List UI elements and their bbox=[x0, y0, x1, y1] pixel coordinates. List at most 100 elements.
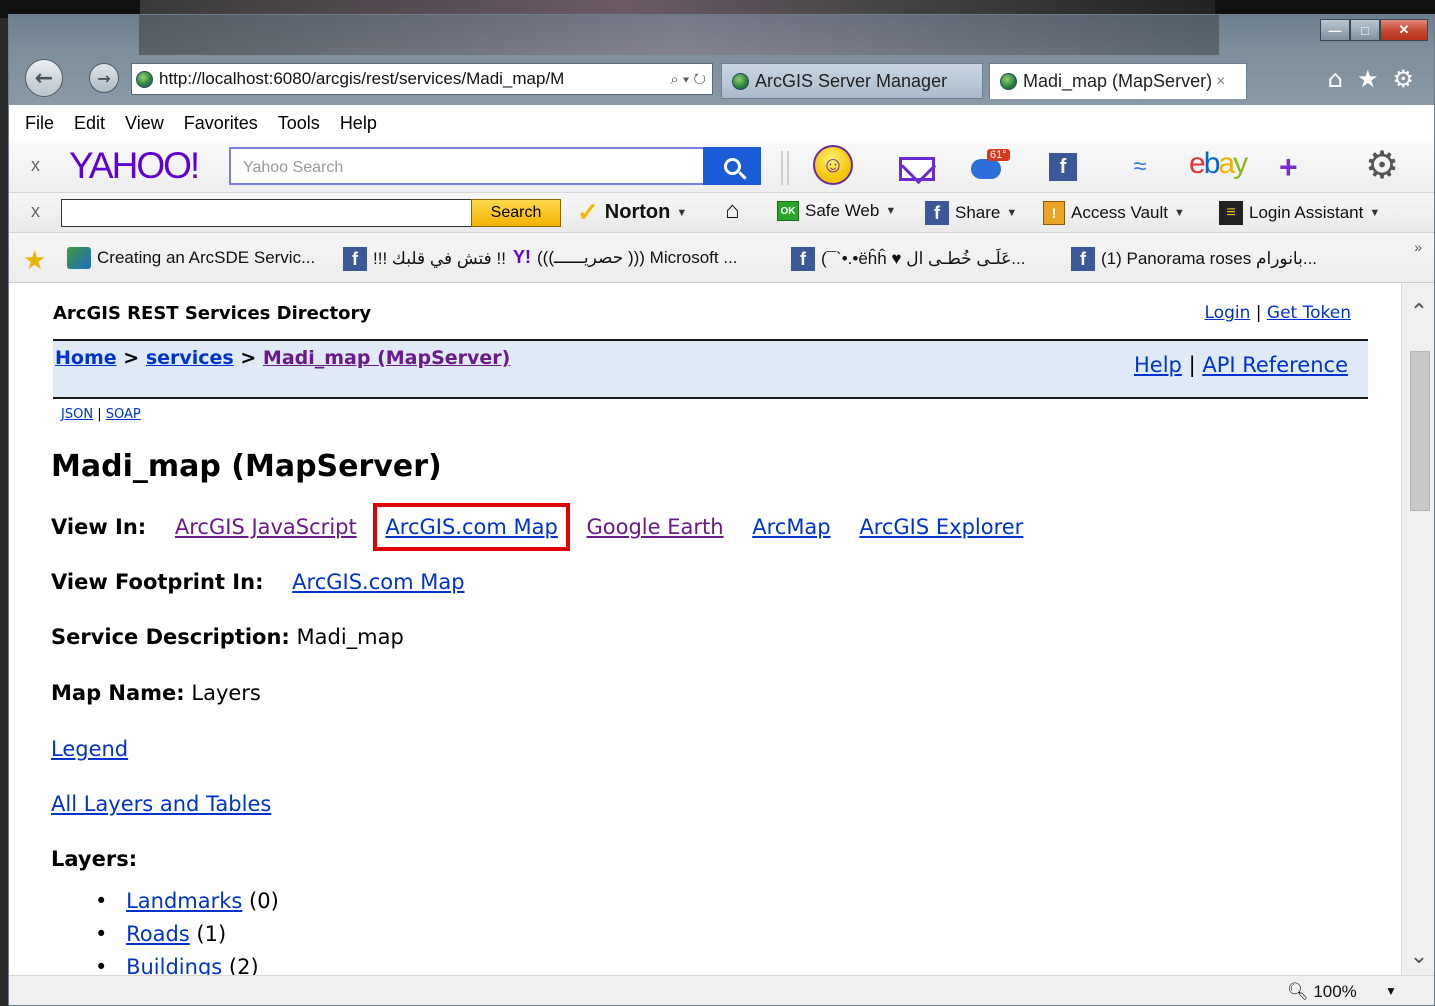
view-in-arcmap-link[interactable]: ArcMap bbox=[752, 515, 830, 539]
tab-close-icon[interactable]: × bbox=[1216, 73, 1225, 91]
view-in-arcgis-javascript-link[interactable]: ArcGIS JavaScript bbox=[175, 515, 357, 539]
tab-arcgis-server-manager[interactable]: ArcGIS Server Manager bbox=[721, 63, 983, 99]
all-layers-and-tables-link[interactable]: All Layers and Tables bbox=[51, 792, 271, 816]
arrow-left-icon: ← bbox=[34, 65, 54, 91]
help-links: Help | API Reference bbox=[1134, 353, 1348, 377]
get-token-link[interactable]: Get Token bbox=[1267, 303, 1351, 323]
breadcrumb-current-link[interactable]: Madi_map (MapServer) bbox=[263, 347, 510, 369]
breadcrumb-services-link[interactable]: services bbox=[146, 347, 234, 369]
yahoo-search-button[interactable] bbox=[703, 147, 761, 185]
chevron-down-icon: ▼ bbox=[1174, 207, 1185, 219]
address-tools[interactable]: ⌕ ▾ ↻ bbox=[664, 71, 712, 88]
yahoo-search-input[interactable]: Yahoo Search bbox=[229, 147, 705, 185]
norton-label: Norton bbox=[604, 201, 671, 223]
more-favorites-icon[interactable]: » bbox=[1414, 239, 1422, 255]
api-reference-link[interactable]: API Reference bbox=[1202, 353, 1348, 377]
yahoo-toolbar-close-icon[interactable]: x bbox=[31, 155, 40, 176]
chevron-down-icon: ▼ bbox=[1369, 207, 1381, 219]
service-description-value: Madi_map bbox=[296, 625, 404, 649]
layer-roads-link[interactable]: Roads bbox=[126, 922, 190, 946]
menu-help[interactable]: Help bbox=[340, 113, 377, 134]
close-button[interactable]: ✕ bbox=[1380, 19, 1428, 41]
arrow-right-icon: → bbox=[97, 68, 111, 88]
facebook-icon: f bbox=[925, 201, 949, 225]
favorite-item[interactable]: f (¯`•.•ëĥĥ ♥ عَلَـى خُطـى ال... bbox=[791, 247, 1025, 271]
scrollbar-thumb[interactable] bbox=[1410, 351, 1430, 511]
vertical-scrollbar[interactable]: ⌃ ⌄ bbox=[1401, 283, 1434, 975]
weather-temp-badge: 61° bbox=[987, 149, 1010, 161]
facebook-icon[interactable]: f bbox=[1049, 153, 1077, 181]
yahoo-icon: Y! bbox=[513, 247, 531, 267]
menu-view[interactable]: View bbox=[125, 113, 164, 134]
login-links: Login | Get Token bbox=[1204, 303, 1352, 323]
browser-window: — □ ✕ ← → http://localhost:6080/arcgis/r… bbox=[8, 14, 1435, 1006]
footprint-row: View Footprint In: ArcGIS.com Map bbox=[51, 570, 465, 594]
view-in-google-earth-link[interactable]: Google Earth bbox=[587, 515, 724, 539]
site-globe-icon bbox=[1000, 73, 1017, 90]
scroll-down-arrow-icon[interactable]: ⌄ bbox=[1402, 941, 1434, 971]
chevron-down-icon[interactable]: ▼ bbox=[1385, 984, 1397, 998]
login-link[interactable]: Login bbox=[1205, 303, 1251, 323]
safe-web-menu[interactable]: OK Safe Web ▼ bbox=[777, 201, 896, 221]
layer-id: (0) bbox=[249, 889, 279, 913]
favorite-item[interactable]: Y! (((حصريــــــ ))) Microsoft ... bbox=[513, 247, 738, 268]
toolbar-settings-gear-icon[interactable]: ⚙ bbox=[1365, 143, 1399, 188]
view-in-arcgis-explorer-link[interactable]: ArcGIS Explorer bbox=[859, 515, 1023, 539]
menu-tools[interactable]: Tools bbox=[278, 113, 320, 134]
settings-gear-icon[interactable]: ⚙ bbox=[1392, 65, 1414, 93]
tab-madi-map[interactable]: Madi_map (MapServer) × bbox=[989, 63, 1247, 99]
forward-button[interactable]: → bbox=[89, 63, 119, 93]
add-favorite-star-icon[interactable]: ★ bbox=[23, 245, 46, 276]
favorite-item[interactable]: f (1) Panorama roses بانورام... bbox=[1071, 247, 1317, 271]
tab-label: Madi_map (MapServer) bbox=[1023, 71, 1213, 91]
favorites-star-icon[interactable]: ★ bbox=[1357, 65, 1379, 93]
layer-landmarks-link[interactable]: Landmarks bbox=[126, 889, 242, 913]
soap-link[interactable]: SOAP bbox=[106, 407, 141, 422]
favorite-label: (1) Panorama roses بانورام... bbox=[1101, 249, 1318, 268]
favorite-label: (((حصريــــــ ))) Microsoft ... bbox=[537, 247, 738, 267]
breadcrumb-home-link[interactable]: Home bbox=[55, 347, 117, 369]
address-url[interactable]: http://localhost:6080/arcgis/rest/servic… bbox=[159, 69, 664, 89]
facebook-icon: f bbox=[343, 247, 367, 271]
home-icon[interactable]: ⌂ bbox=[1328, 65, 1343, 93]
login-assistant-menu[interactable]: ≡ Login Assistant ▼ bbox=[1219, 201, 1380, 225]
favorite-item[interactable]: Creating an ArcSDE Servic... bbox=[67, 247, 315, 269]
norton-toolbar-close-icon[interactable]: x bbox=[31, 201, 40, 222]
norton-search-input[interactable] bbox=[61, 199, 473, 227]
share-menu[interactable]: f Share ▼ bbox=[925, 201, 1017, 225]
safe-web-ok-icon: OK bbox=[777, 201, 799, 221]
breadcrumb-divider bbox=[53, 397, 1368, 399]
view-in-arcgis-com-map-link[interactable]: ArcGIS.com Map bbox=[373, 503, 570, 551]
map-name-row: Map Name: Layers bbox=[51, 681, 261, 705]
norton-search-button[interactable]: Search bbox=[471, 199, 561, 227]
page-content: ArcGIS REST Services Directory Login | G… bbox=[9, 283, 1401, 975]
search-icon bbox=[723, 157, 741, 175]
json-link[interactable]: JSON bbox=[61, 407, 93, 422]
finance-chart-icon[interactable]: ≈ bbox=[1123, 153, 1157, 181]
norton-home-icon[interactable]: ⌂ bbox=[725, 197, 740, 225]
chevron-down-icon: ▼ bbox=[1006, 207, 1018, 219]
yahoo-logo[interactable]: YAHOO! bbox=[69, 145, 200, 187]
zoom-level[interactable]: 🔍︎ 100% bbox=[1287, 982, 1357, 1002]
address-bar[interactable]: http://localhost:6080/arcgis/rest/servic… bbox=[131, 63, 713, 95]
mail-icon[interactable] bbox=[899, 157, 935, 181]
footprint-arcgis-com-map-link[interactable]: ArcGIS.com Map bbox=[292, 570, 464, 594]
menu-favorites[interactable]: Favorites bbox=[184, 113, 258, 134]
access-vault-menu[interactable]: ! Access Vault ▼ bbox=[1043, 201, 1185, 225]
back-button[interactable]: ← bbox=[25, 59, 63, 97]
minimize-button[interactable]: — bbox=[1320, 19, 1350, 41]
legend-link[interactable]: Legend bbox=[51, 737, 128, 761]
menu-file[interactable]: File bbox=[25, 113, 54, 134]
maximize-button[interactable]: □ bbox=[1350, 19, 1380, 41]
help-link[interactable]: Help bbox=[1134, 353, 1182, 377]
add-icon[interactable]: + bbox=[1279, 149, 1298, 186]
ebay-icon[interactable]: ebay bbox=[1189, 147, 1248, 181]
messenger-smiley-icon[interactable]: ☺ bbox=[813, 145, 853, 185]
menu-edit[interactable]: Edit bbox=[74, 113, 105, 134]
scroll-up-arrow-icon[interactable]: ⌃ bbox=[1402, 297, 1434, 327]
norton-menu[interactable]: ✓ Norton ▼ bbox=[577, 197, 687, 228]
weather-icon[interactable]: 61° bbox=[969, 149, 1010, 183]
favorite-item[interactable]: f !!! فتش في قلبك !! bbox=[343, 247, 506, 271]
layer-buildings-link[interactable]: Buildings bbox=[126, 955, 222, 975]
service-description-row: Service Description: Madi_map bbox=[51, 625, 404, 649]
